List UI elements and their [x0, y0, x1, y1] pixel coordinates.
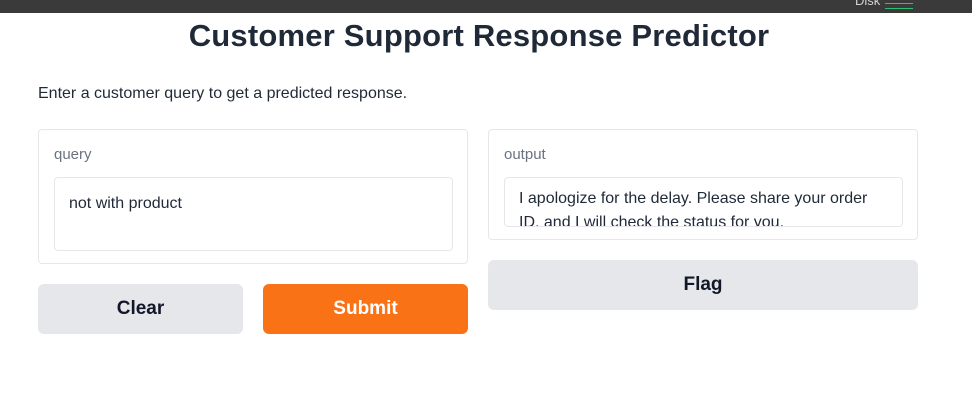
output-panel: output I apologize for the delay. Please… [488, 129, 918, 240]
page-title: Customer Support Response Predictor [188, 18, 770, 53]
page-description: Enter a customer query to get a predicte… [38, 85, 408, 102]
clear-button[interactable]: Clear [38, 284, 243, 334]
disk-label: Disk [855, 0, 881, 8]
query-label: query [54, 146, 92, 163]
query-panel: query not with product [38, 129, 468, 264]
top-status-bar: Disk [0, 0, 972, 13]
output-textbox[interactable]: I apologize for the delay. Please share … [504, 177, 903, 227]
submit-button[interactable]: Submit [263, 284, 468, 334]
query-input[interactable]: not with product [54, 177, 453, 251]
disk-usage-icon [885, 0, 913, 9]
flag-button[interactable]: Flag [488, 260, 918, 310]
output-label: output [504, 146, 546, 163]
